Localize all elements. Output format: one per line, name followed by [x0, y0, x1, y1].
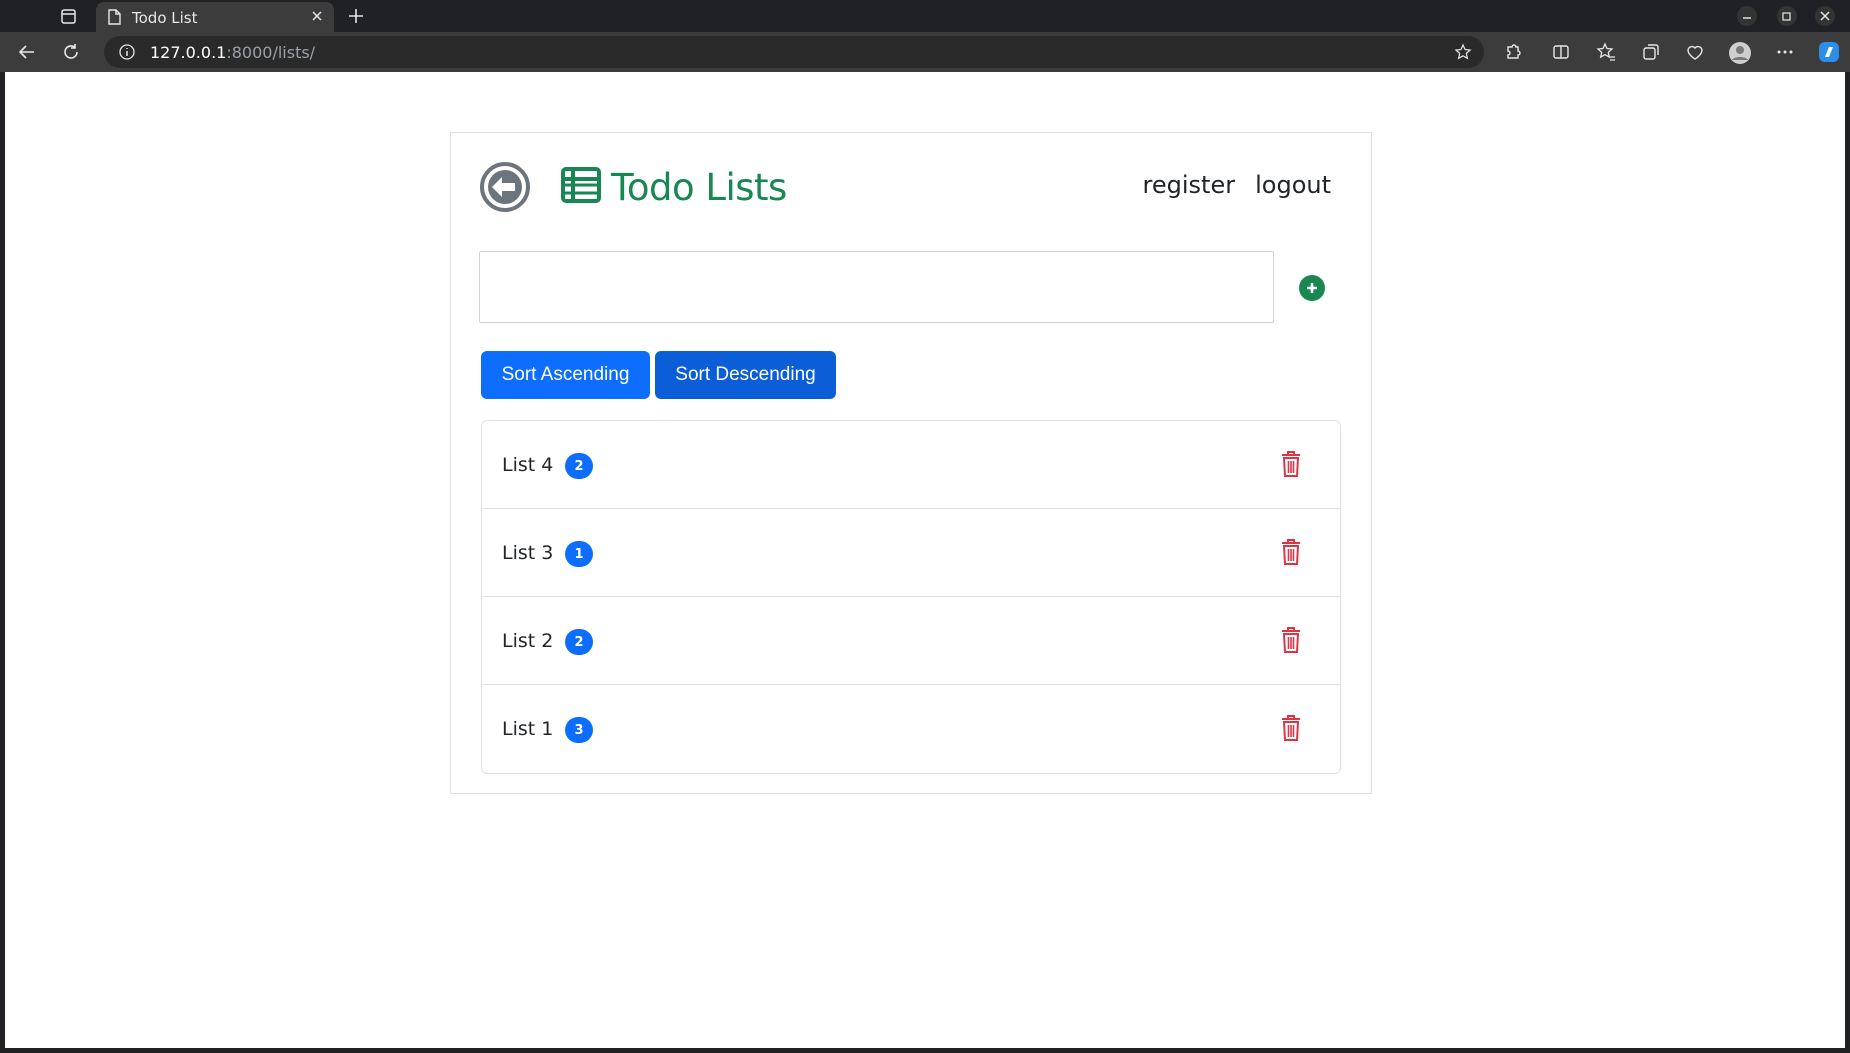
url-host: 127.0.0.1: [150, 43, 227, 62]
item-count-badge: 2: [565, 629, 593, 655]
table-list-icon: [561, 167, 601, 207]
back-nav-icon[interactable]: [16, 41, 38, 67]
tab-title: Todo List: [132, 9, 198, 27]
favorite-star-icon[interactable]: [1454, 43, 1472, 65]
window-restore-icon[interactable]: [1776, 6, 1798, 30]
new-tab-icon[interactable]: [344, 4, 368, 32]
page-title-text: Todo Lists: [611, 165, 787, 209]
list-item[interactable]: List 3 1: [482, 509, 1340, 597]
new-list-input[interactable]: [479, 251, 1274, 323]
window-minimize-icon[interactable]: [1736, 6, 1758, 30]
todo-list-group: List 4 2 List 3 1 List 2 2 List 1 3: [481, 420, 1341, 774]
favorites-icon[interactable]: [1595, 41, 1617, 67]
copilot-icon[interactable]: [1816, 39, 1842, 69]
site-info-icon[interactable]: [118, 43, 136, 65]
trash-icon[interactable]: [1280, 714, 1302, 742]
list-name[interactable]: List 4: [502, 454, 553, 476]
split-screen-icon[interactable]: [1550, 41, 1572, 67]
list-item[interactable]: List 4 2: [482, 421, 1340, 509]
plus-circle-icon: [1307, 283, 1317, 293]
tab-actions-icon[interactable]: [54, 6, 82, 28]
trash-icon[interactable]: [1280, 538, 1302, 566]
page-viewport: Todo Lists register logout Sort Ascendin…: [5, 72, 1845, 1048]
list-item[interactable]: List 1 3: [482, 685, 1340, 773]
back-arrow-circle-icon[interactable]: [479, 161, 531, 213]
item-count-badge: 3: [565, 717, 593, 743]
page-title: Todo Lists: [561, 165, 787, 209]
browser-essentials-icon[interactable]: [1684, 41, 1706, 67]
todo-lists-card: Todo Lists register logout Sort Ascendin…: [450, 132, 1372, 794]
more-options-icon[interactable]: [1774, 41, 1796, 67]
register-link[interactable]: register: [1143, 171, 1236, 199]
list-item[interactable]: List 2 2: [482, 597, 1340, 685]
page-favicon-icon: [106, 8, 122, 30]
tab-close-icon[interactable]: [308, 7, 326, 29]
browser-toolbar: 127.0.0.1:8000/lists/: [0, 32, 1850, 72]
url-text: 127.0.0.1:8000/lists/: [150, 43, 315, 62]
trash-icon[interactable]: [1280, 450, 1302, 478]
sort-descending-button[interactable]: Sort Descending: [655, 351, 836, 399]
reload-icon[interactable]: [60, 41, 82, 67]
collections-icon[interactable]: [1640, 41, 1662, 67]
list-name[interactable]: List 3: [502, 542, 553, 564]
address-bar[interactable]: 127.0.0.1:8000/lists/: [104, 36, 1484, 68]
url-path: :8000/lists/: [226, 43, 316, 62]
item-count-badge: 1: [565, 541, 593, 567]
list-name[interactable]: List 2: [502, 630, 553, 652]
trash-icon[interactable]: [1280, 626, 1302, 654]
list-name[interactable]: List 1: [502, 718, 553, 740]
sort-ascending-button[interactable]: Sort Ascending: [481, 351, 650, 399]
browser-tab[interactable]: Todo List: [96, 2, 334, 32]
item-count-badge: 2: [565, 453, 593, 479]
logout-link[interactable]: logout: [1255, 171, 1331, 199]
extensions-icon[interactable]: [1502, 41, 1524, 67]
auth-nav: register logout: [1143, 171, 1331, 199]
profile-avatar-icon[interactable]: [1728, 41, 1752, 69]
window-close-icon[interactable]: [1814, 6, 1836, 30]
browser-tab-bar: Todo List: [0, 0, 1850, 32]
add-list-button[interactable]: [1299, 275, 1325, 301]
